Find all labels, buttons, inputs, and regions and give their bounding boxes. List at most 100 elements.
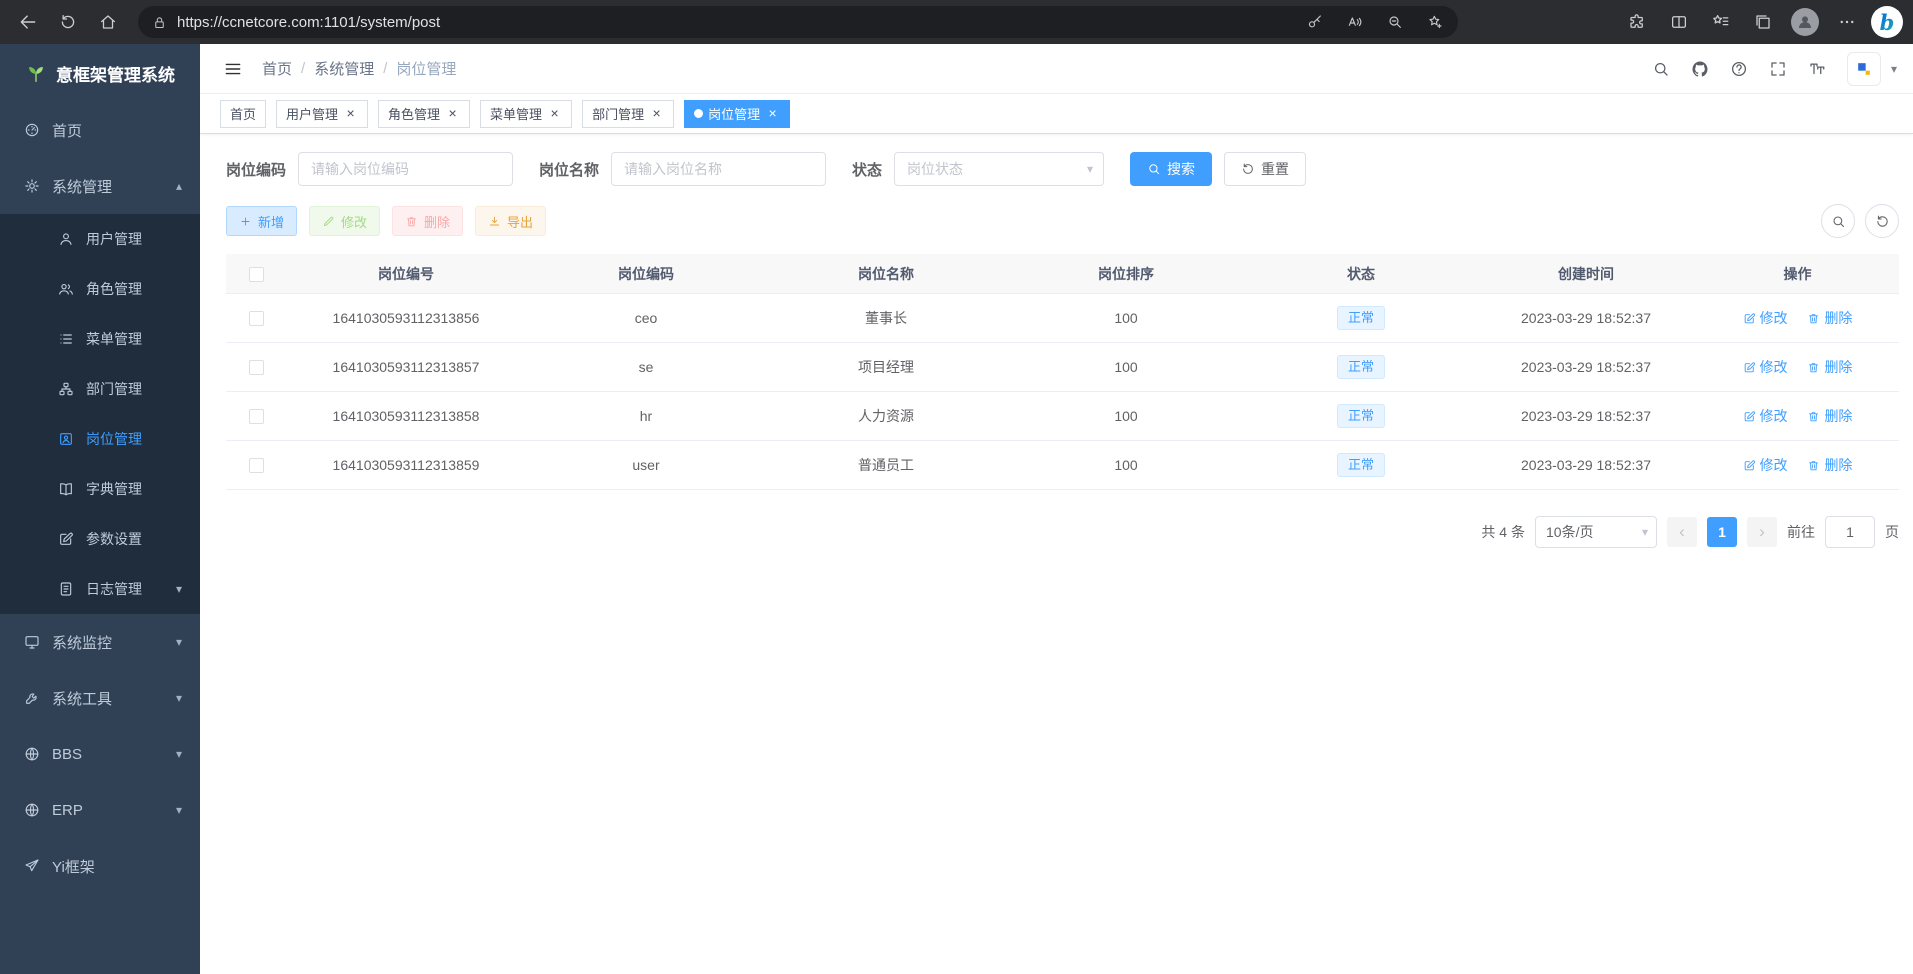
select-all-checkbox[interactable] [249,267,264,282]
add-favorite-icon[interactable] [1420,7,1450,37]
sidebar-menu-item[interactable]: 用户管理 [0,214,200,264]
next-page-button[interactable]: › [1747,517,1777,547]
post-name-cell: 项目经理 [766,357,1006,377]
fullscreen-icon[interactable] [1769,60,1787,78]
sidebar-menu-item[interactable]: 字典管理 [0,464,200,514]
column-status: 状态 [1246,264,1476,284]
extensions-icon[interactable] [1619,5,1655,39]
tab[interactable]: 部门管理 × [582,100,674,128]
breadcrumb-label[interactable]: 系统管理 [314,58,374,79]
row-delete-button[interactable]: 删除 [1807,406,1852,426]
breadcrumb-item[interactable]: 系统管理 / [314,58,396,79]
status-label: 状态 [852,159,882,180]
browser-back-button[interactable] [10,5,46,39]
menu-item-label: 系统监控 [52,632,112,653]
breadcrumb-label[interactable]: 岗位管理 [396,58,456,79]
sidebar-menu-item[interactable]: 系统监控 ▾ [0,614,200,670]
refresh-table-button[interactable] [1865,204,1899,238]
show-search-toggle-button[interactable] [1821,204,1855,238]
tab-close-icon[interactable]: × [445,106,460,121]
tab[interactable]: 首页 × [220,100,266,128]
tab[interactable]: 岗位管理 × [684,100,790,128]
address-bar[interactable]: https://ccnetcore.com:1101/system/post [138,6,1458,38]
row-edit-button[interactable]: 修改 [1743,357,1788,377]
goto-page-input[interactable] [1825,516,1875,548]
add-button[interactable]: 新增 [226,206,297,236]
menu-item-icon [58,231,74,247]
collections-icon[interactable] [1745,5,1781,39]
row-checkbox[interactable] [249,360,264,375]
page-number-button[interactable]: 1 [1707,517,1737,547]
row-checkbox[interactable] [249,409,264,424]
tab-label: 角色管理 [388,104,440,123]
row-delete-button[interactable]: 删除 [1807,455,1852,475]
delete-button[interactable]: 删除 [392,206,463,236]
browser-menu-button[interactable] [1829,5,1865,39]
post-name-input[interactable] [611,152,826,186]
sidebar-menu-item[interactable]: 首页 [0,102,200,158]
header-search-icon[interactable] [1652,60,1670,78]
browser-home-button[interactable] [90,5,126,39]
password-key-icon[interactable] [1300,7,1330,37]
sidebar-menu-item[interactable]: BBS ▾ [0,726,200,782]
post-id-cell: 1641030593112313856 [286,310,526,326]
tab-close-icon[interactable]: × [765,106,780,121]
help-icon[interactable] [1730,60,1748,78]
zoom-out-icon[interactable] [1380,7,1410,37]
search-button[interactable]: 搜索 [1130,152,1212,186]
site-info-icon[interactable] [152,15,167,30]
split-screen-icon[interactable] [1661,5,1697,39]
post-code-input[interactable] [298,152,513,186]
prev-page-button[interactable]: ‹ [1667,517,1697,547]
sidebar-menu-item[interactable]: 角色管理 [0,264,200,314]
browser-reload-button[interactable] [50,5,86,39]
tab-close-icon[interactable]: × [547,106,562,121]
edit-button[interactable]: 修改 [309,206,380,236]
status-select[interactable]: 岗位状态 ▾ [894,152,1104,186]
page-size-value: 10条/页 [1546,522,1593,542]
sidebar-menu-item[interactable]: 岗位管理 [0,414,200,464]
breadcrumb-item[interactable]: 岗位管理 / [396,58,456,79]
tab-label: 首页 [230,104,256,123]
sidebar-menu-item[interactable]: 系统工具 ▾ [0,670,200,726]
post-name-cell: 董事长 [766,308,1006,328]
pagination-total: 共 4 条 [1481,522,1525,542]
row-checkbox[interactable] [249,458,264,473]
page-size-select[interactable]: 10条/页 ▾ [1535,516,1657,548]
browser-profile-button[interactable] [1787,5,1823,39]
create-time-cell: 2023-03-29 18:52:37 [1476,457,1696,473]
breadcrumb-label[interactable]: 首页 [262,58,292,79]
row-checkbox[interactable] [249,311,264,326]
font-size-icon[interactable] [1808,60,1826,78]
sidebar-menu-item[interactable]: 参数设置 [0,514,200,564]
breadcrumb-item[interactable]: 首页 / [262,58,314,79]
app-logo[interactable]: 意框架管理系统 [0,44,200,102]
reset-button[interactable]: 重置 [1224,152,1306,186]
sidebar-menu-item[interactable]: ERP ▾ [0,782,200,838]
tab-close-icon[interactable]: × [649,106,664,121]
menu-item-icon [24,690,40,706]
row-edit-button[interactable]: 修改 [1743,308,1788,328]
sidebar-menu-item[interactable]: Yi框架 [0,838,200,894]
url-text[interactable]: https://ccnetcore.com:1101/system/post [177,14,1290,31]
row-edit-button[interactable]: 修改 [1743,455,1788,475]
export-button[interactable]: 导出 [475,206,546,236]
avatar-caret-icon[interactable]: ▾ [1891,62,1897,76]
sidebar-menu-item[interactable]: 菜单管理 [0,314,200,364]
favorites-bar-icon[interactable] [1703,5,1739,39]
sidebar-menu-item[interactable]: 日志管理 ▾ [0,564,200,614]
github-icon[interactable] [1691,60,1709,78]
row-delete-button[interactable]: 删除 [1807,308,1852,328]
tab[interactable]: 用户管理 × [276,100,368,128]
sidebar-menu-item[interactable]: 系统管理 ▴ [0,158,200,214]
row-edit-button[interactable]: 修改 [1743,406,1788,426]
sidebar-menu-item[interactable]: 部门管理 [0,364,200,414]
bing-chat-button[interactable]: b [1871,6,1903,38]
read-aloud-icon[interactable] [1340,7,1370,37]
tab[interactable]: 角色管理 × [378,100,470,128]
user-avatar[interactable] [1847,52,1881,86]
tab-close-icon[interactable]: × [343,106,358,121]
row-delete-button[interactable]: 删除 [1807,357,1852,377]
tab[interactable]: 菜单管理 × [480,100,572,128]
sidebar-toggle-button[interactable] [216,52,250,86]
